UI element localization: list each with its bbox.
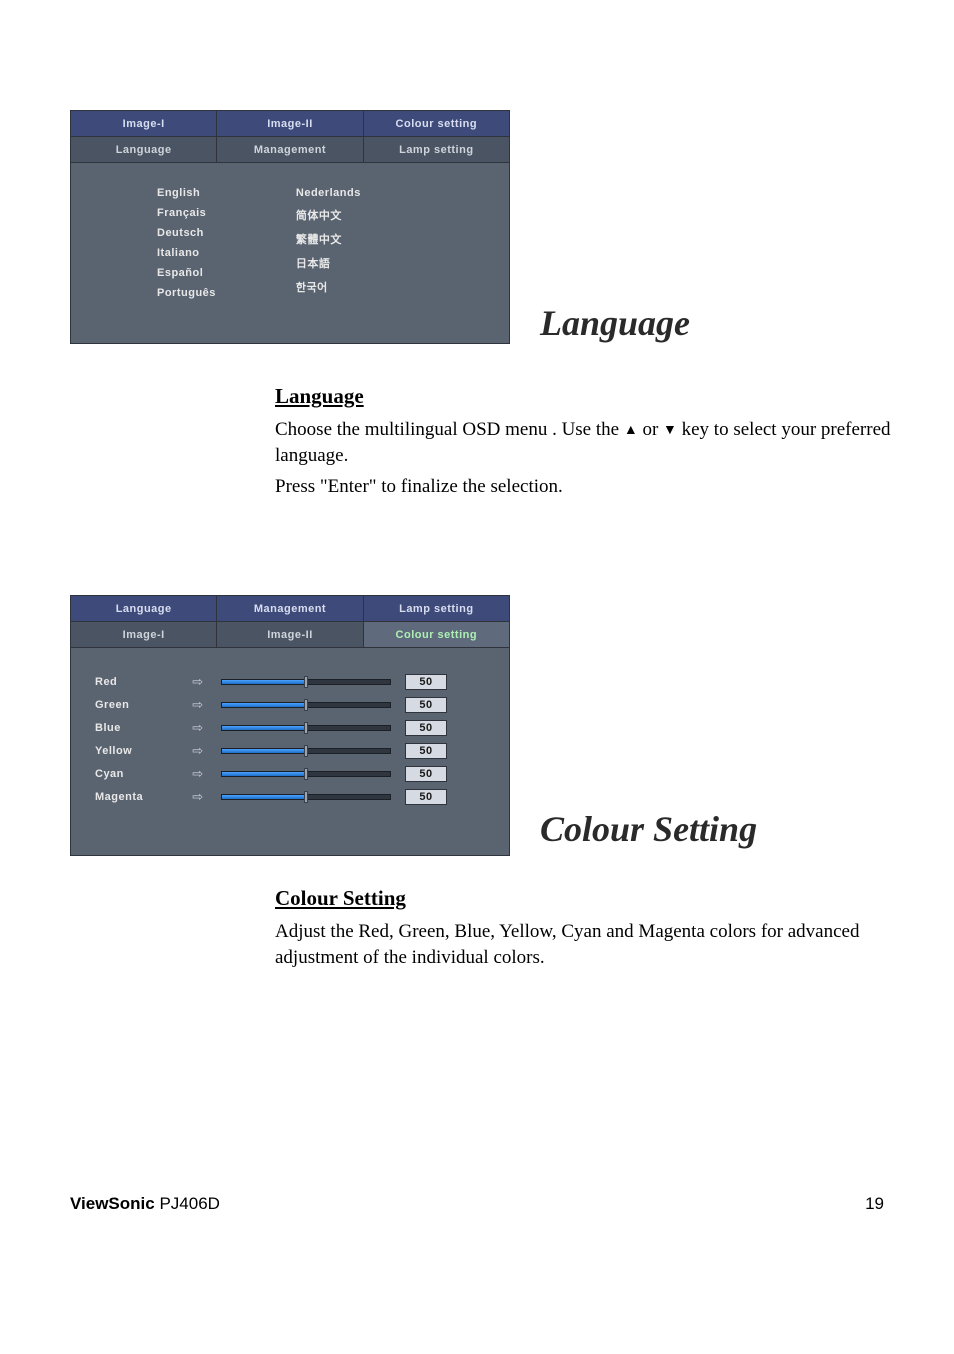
lang-option[interactable]: Deutsch [157,227,216,239]
lang-option[interactable]: Español [157,267,216,279]
colour-row: Red ⇨ 50 [95,674,485,690]
lang-option[interactable]: Français [157,207,216,219]
lang-option[interactable]: Nederlands [296,187,361,199]
osd-tab-row-1: Language Management Lamp setting [71,596,509,622]
lang-option[interactable]: Português [157,287,216,299]
colour-block: Language Management Lamp setting Image-I… [70,595,884,856]
colour-label: Yellow [95,745,175,757]
lang-option[interactable]: English [157,187,216,199]
colour-text-block: Colour Setting Adjust the Red, Green, Bl… [275,886,895,970]
colour-label: Blue [95,722,175,734]
colour-slider[interactable] [221,745,391,757]
footer-page-number: 19 [865,1194,884,1214]
text-fragment: or [642,419,663,440]
arrow-right-icon: ⇨ [189,720,207,736]
colour-slider[interactable] [221,791,391,803]
osd-tab-row-1: Image-I Image-II Colour setting [71,111,509,137]
tab-language[interactable]: Language [71,137,217,163]
osd-colour-body: Red⇨50Green⇨50Blue⇨50Yellow⇨50Cyan⇨50Mag… [71,648,509,855]
osd-language-panel: Image-I Image-II Colour setting Language… [70,110,510,344]
osd-tab-row-2: Language Management Lamp setting [71,137,509,163]
tab-colour-setting[interactable]: Colour setting [364,111,509,137]
osd-language-body: English Français Deutsch Italiano Españo… [71,163,509,343]
arrow-right-icon: ⇨ [189,743,207,759]
tab-management[interactable]: Management [217,596,363,622]
language-column-2: Nederlands 简体中文 繁體中文 日本語 한국어 [296,187,361,299]
section-title-colour: Colour Setting [540,808,757,850]
osd-tab-row-2: Image-I Image-II Colour setting [71,622,509,648]
language-paragraph-2: Press "Enter" to finalize the selection. [275,474,895,500]
down-triangle-icon: ▼ [663,422,677,441]
language-subheading: Language [275,384,895,409]
tab-image-2[interactable]: Image-II [217,622,363,648]
tab-management[interactable]: Management [217,137,363,163]
tab-language[interactable]: Language [71,596,217,622]
manual-page: Image-I Image-II Colour setting Language… [0,0,954,1354]
arrow-right-icon: ⇨ [189,766,207,782]
tab-lamp-setting[interactable]: Lamp setting [364,596,509,622]
colour-value: 50 [405,720,447,736]
arrow-right-icon: ⇨ [189,789,207,805]
page-footer: ViewSonic PJ406D 19 [70,1194,884,1214]
tab-lamp-setting[interactable]: Lamp setting [364,137,509,163]
colour-paragraph: Adjust the Red, Green, Blue, Yellow, Cya… [275,919,895,970]
colour-value: 50 [405,674,447,690]
tab-image-2[interactable]: Image-II [217,111,363,137]
colour-slider[interactable] [221,676,391,688]
footer-brand-bold: ViewSonic [70,1194,155,1213]
section-title-language: Language [540,302,690,344]
colour-row: Cyan ⇨ 50 [95,766,485,782]
colour-slider[interactable] [221,722,391,734]
lang-option[interactable]: 繁體中文 [296,231,361,247]
footer-brand: ViewSonic PJ406D [70,1194,220,1214]
language-block: Image-I Image-II Colour setting Language… [70,110,884,344]
colour-label: Green [95,699,175,711]
colour-row: Magenta ⇨ 50 [95,789,485,805]
lang-option[interactable]: 日本語 [296,255,361,271]
arrow-right-icon: ⇨ [189,674,207,690]
colour-value: 50 [405,789,447,805]
lang-option[interactable]: Italiano [157,247,216,259]
colour-label: Red [95,676,175,688]
colour-value: 50 [405,697,447,713]
colour-row: Green ⇨ 50 [95,697,485,713]
colour-slider[interactable] [221,768,391,780]
colour-subheading: Colour Setting [275,886,895,911]
colour-value: 50 [405,766,447,782]
lang-option[interactable]: 简体中文 [296,207,361,223]
tab-image-1[interactable]: Image-I [71,622,217,648]
text-fragment: Choose the multilingual OSD menu . Use t… [275,419,624,440]
colour-row: Yellow ⇨ 50 [95,743,485,759]
language-text-block: Language Choose the multilingual OSD men… [275,384,895,500]
colour-row: Blue ⇨ 50 [95,720,485,736]
tab-colour-setting-active[interactable]: Colour setting [364,622,509,648]
arrow-right-icon: ⇨ [189,697,207,713]
colour-label: Magenta [95,791,175,803]
colour-slider[interactable] [221,699,391,711]
colour-label: Cyan [95,768,175,780]
footer-brand-model: PJ406D [155,1194,220,1213]
language-column-1: English Français Deutsch Italiano Españo… [157,187,216,299]
tab-image-1[interactable]: Image-I [71,111,217,137]
colour-value: 50 [405,743,447,759]
osd-colour-panel: Language Management Lamp setting Image-I… [70,595,510,856]
lang-option[interactable]: 한국어 [296,279,361,295]
language-paragraph-1: Choose the multilingual OSD menu . Use t… [275,417,895,468]
up-triangle-icon: ▲ [624,422,638,441]
